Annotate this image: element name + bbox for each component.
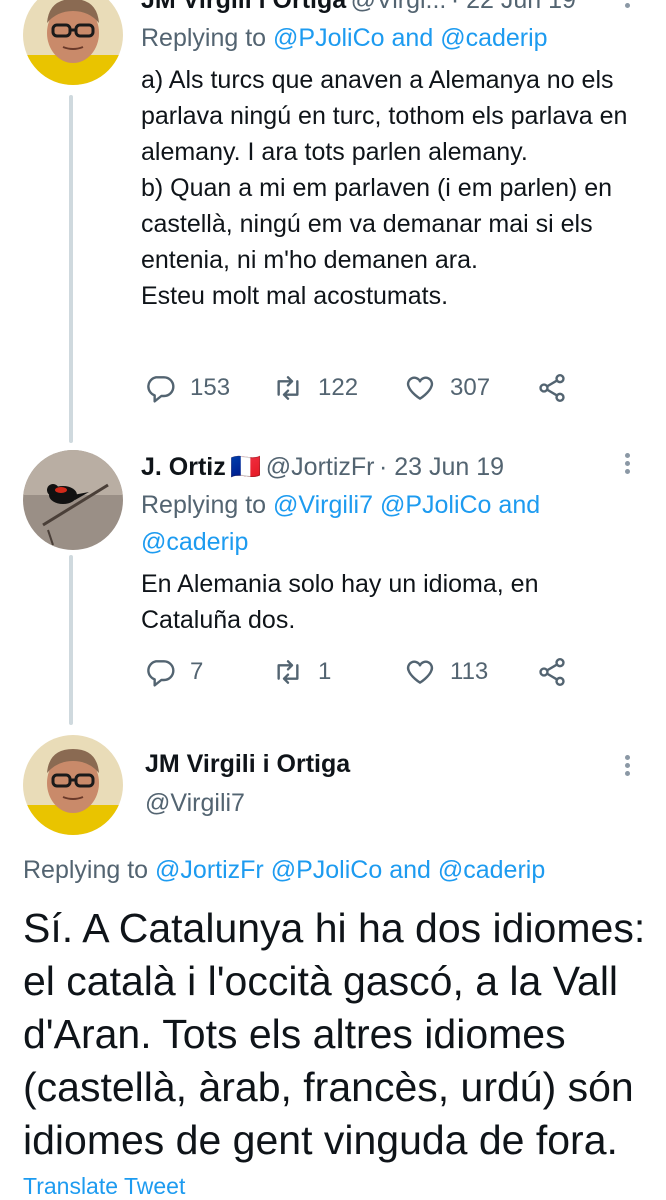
thread-line-2 xyxy=(69,555,73,725)
tweet1-author-handle[interactable]: @Virgi... xyxy=(351,0,447,14)
tweet1-replying-to: Replying to @PJoliCo and @caderip xyxy=(141,24,548,52)
retweet-icon xyxy=(277,376,299,400)
share-icon xyxy=(539,658,565,686)
main-author-handle[interactable]: @Virgili7 xyxy=(145,789,245,818)
share-button[interactable] xyxy=(536,656,582,688)
main-author-name[interactable]: JM Virgili i Ortiga xyxy=(145,750,350,779)
mention-virgili7[interactable]: @Virgili7 xyxy=(273,491,373,519)
main-text-line: (castellà, àrab, francès, urdú) són xyxy=(23,1064,634,1110)
main-text-line: el català i l'occità gascó, a la Vall xyxy=(23,958,619,1004)
mention-pjolico[interactable]: @PJoliCo xyxy=(273,24,385,52)
retweet-count: 1 xyxy=(318,658,332,685)
tweet2-date[interactable]: · 23 Jun 19 xyxy=(379,453,504,481)
like-button[interactable]: 113 xyxy=(404,656,488,688)
mention-pjolico[interactable]: @PJoliCo xyxy=(380,491,492,519)
tweet2-author-name[interactable]: J. Ortiz xyxy=(141,453,226,481)
like-count: 113 xyxy=(450,658,489,685)
mention-jortizfr[interactable]: @JortizFr xyxy=(155,856,264,884)
thread-line-1 xyxy=(69,95,73,443)
avatar-jortiz[interactable] xyxy=(23,450,123,550)
tweet2-actions: 7 1 113 xyxy=(144,656,584,696)
reply-count: 153 xyxy=(190,374,231,401)
tweet1-author-name[interactable]: JM Virgili i Ortiga xyxy=(141,0,346,14)
main-more-icon[interactable] xyxy=(622,752,632,782)
tweet2-author-handle[interactable]: @JortizFr xyxy=(266,453,375,481)
retweet-button[interactable]: 122 xyxy=(272,372,358,404)
tweet1-actions: 153 122 307 xyxy=(144,372,584,412)
retweet-icon xyxy=(277,660,299,684)
tweet1-date[interactable]: · 22 Jun 19 xyxy=(451,0,576,14)
main-text-line: d'Aran. Tots els altres idiomes xyxy=(23,1011,566,1057)
tweet2-text: En Alemania solo hay un idioma, en Catal… xyxy=(141,570,539,634)
share-button[interactable] xyxy=(536,372,582,404)
reply-icon xyxy=(147,660,175,687)
main-text-line: idiomes de gent vinguda de fora. xyxy=(23,1117,618,1163)
like-count: 307 xyxy=(450,374,491,401)
tweet2-replying-to: Replying to @Virgili7 @PJoliCo and @cade… xyxy=(141,491,541,556)
retweet-button[interactable]: 1 xyxy=(272,656,331,688)
reply-count: 7 xyxy=(190,658,204,685)
reply-button[interactable]: 153 xyxy=(144,372,230,404)
tweet2-more-icon[interactable] xyxy=(622,450,632,480)
reply-button[interactable]: 7 xyxy=(144,656,203,688)
mention-caderip[interactable]: @caderip xyxy=(141,528,248,556)
main-text-line: Sí. A Catalunya hi ha dos idiomes: xyxy=(23,905,646,951)
like-icon xyxy=(406,660,434,684)
avatar-virgili-main[interactable] xyxy=(23,735,123,835)
mention-pjolico[interactable]: @PJoliCo xyxy=(271,856,383,884)
tweet1-text: a) Als turcs que anaven a Alemanya no el… xyxy=(141,66,628,310)
tweet1-more-icon[interactable] xyxy=(622,0,632,14)
avatar-virgili[interactable] xyxy=(23,0,123,85)
like-icon xyxy=(406,376,434,400)
reply-icon xyxy=(147,376,175,403)
tweet2-header: J. Ortiz 🇫🇷 @JortizFr · 23 Jun 19 xyxy=(141,453,504,482)
mention-caderip[interactable]: @caderip xyxy=(440,24,547,52)
main-tweet-text: Sí. A Catalunya hi ha dos idiomes: el ca… xyxy=(23,902,663,1167)
retweet-count: 122 xyxy=(318,374,359,401)
mention-caderip[interactable]: @caderip xyxy=(438,856,545,884)
flag-icon: 🇫🇷 xyxy=(230,453,262,481)
translate-tweet-link[interactable]: Translate Tweet xyxy=(23,1173,185,1200)
like-button[interactable]: 307 xyxy=(404,372,490,404)
main-replying-to: Replying to @JortizFr @PJoliCo and @cade… xyxy=(23,856,546,884)
share-icon xyxy=(539,374,565,402)
tweet1-header: JM Virgili i Ortiga @Virgi... · 22 Jun 1… xyxy=(141,0,576,15)
